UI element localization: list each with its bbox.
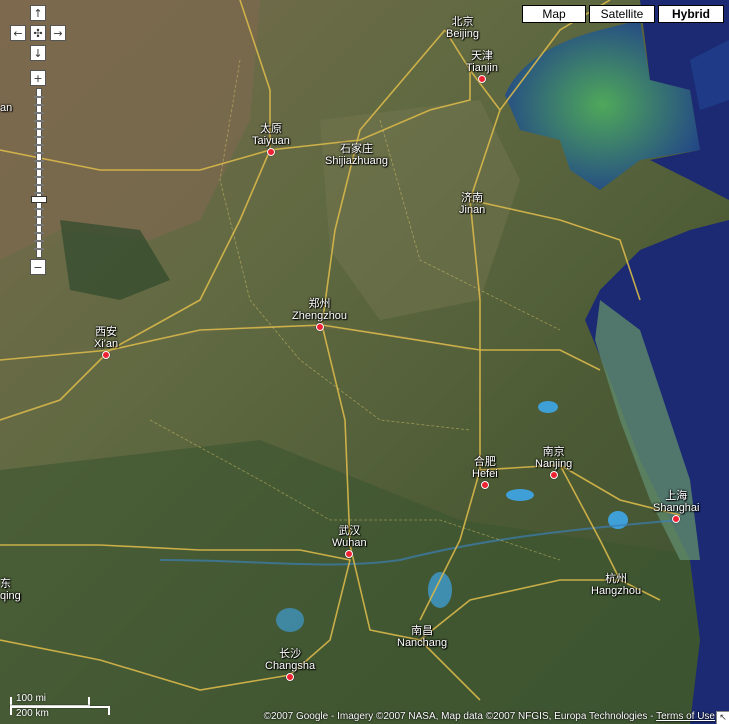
city-tianjin[interactable]: 天津 Tianjin [466,50,498,83]
scale-bar: 100 mi 200 km [8,693,118,721]
map-type-map-button[interactable]: Map [522,5,586,23]
copyright-text: ©2007 Google - Imagery ©2007 NASA, Map d… [263,711,657,722]
copyright-notice: ©2007 Google - Imagery ©2007 NASA, Map d… [264,711,715,722]
city-marker [672,515,681,523]
city-shanghai[interactable]: 上海 Shanghai [653,490,700,523]
pan-down-button[interactable]: ↓ [30,45,46,61]
scale-miles-label: 100 mi [16,693,47,704]
resize-corner-icon[interactable]: ↖ [716,711,729,724]
satellite-imagery [0,0,729,724]
pan-center-button[interactable]: ✣ [30,25,46,41]
zoom-out-button[interactable]: − [30,259,46,275]
city-nanchang[interactable]: 南昌 Nanchang [397,625,447,650]
city-changsha[interactable]: 长沙 Changsha [265,648,315,681]
city-zhengzhou[interactable]: 郑州 Zhengzhou [292,298,347,331]
map-viewport[interactable]: 北京 Beijing 天津 Tianjin 太原 Taiyuan 石家庄 Shi… [0,0,729,724]
map-type-selector: Map Satellite Hybrid [522,5,724,23]
terms-of-use-link[interactable]: Terms of Use [656,711,715,722]
city-marker [266,148,275,156]
city-marker [102,351,111,359]
city-taiyuan[interactable]: 太原 Taiyuan [252,123,290,156]
pan-left-button[interactable]: ← [10,25,26,41]
pan-up-button[interactable]: ↑ [30,5,46,21]
city-hefei[interactable]: 合肥 Hefei [472,456,498,489]
city-marker [549,471,558,479]
city-xian[interactable]: 西安 Xi'an [94,326,118,359]
city-marker [480,481,489,489]
scale-km-label: 200 km [16,708,49,719]
city-wuhan[interactable]: 武汉 Wuhan [332,525,367,558]
city-marker [345,550,354,558]
zoom-slider-thumb[interactable] [31,196,47,203]
city-shijiazhuang[interactable]: 石家庄 Shijiazhuang [325,143,388,168]
city-marker [315,323,324,331]
city-hangzhou[interactable]: 杭州 Hangzhou [591,573,641,598]
city-jinan[interactable]: 济南 Jinan [459,192,485,217]
zoom-in-button[interactable]: + [30,70,46,86]
pan-right-button[interactable]: → [50,25,66,41]
city-marker [478,75,486,83]
map-type-hybrid-button[interactable]: Hybrid [658,5,724,23]
city-beijing[interactable]: 北京 Beijing [446,16,479,41]
edge-label-partial: 东 qing [0,577,21,603]
edge-label-partial: an [0,102,13,114]
city-nanjing[interactable]: 南京 Nanjing [535,446,572,479]
zoom-slider[interactable] [31,88,47,258]
map-type-satellite-button[interactable]: Satellite [589,5,655,23]
city-marker [286,673,295,681]
